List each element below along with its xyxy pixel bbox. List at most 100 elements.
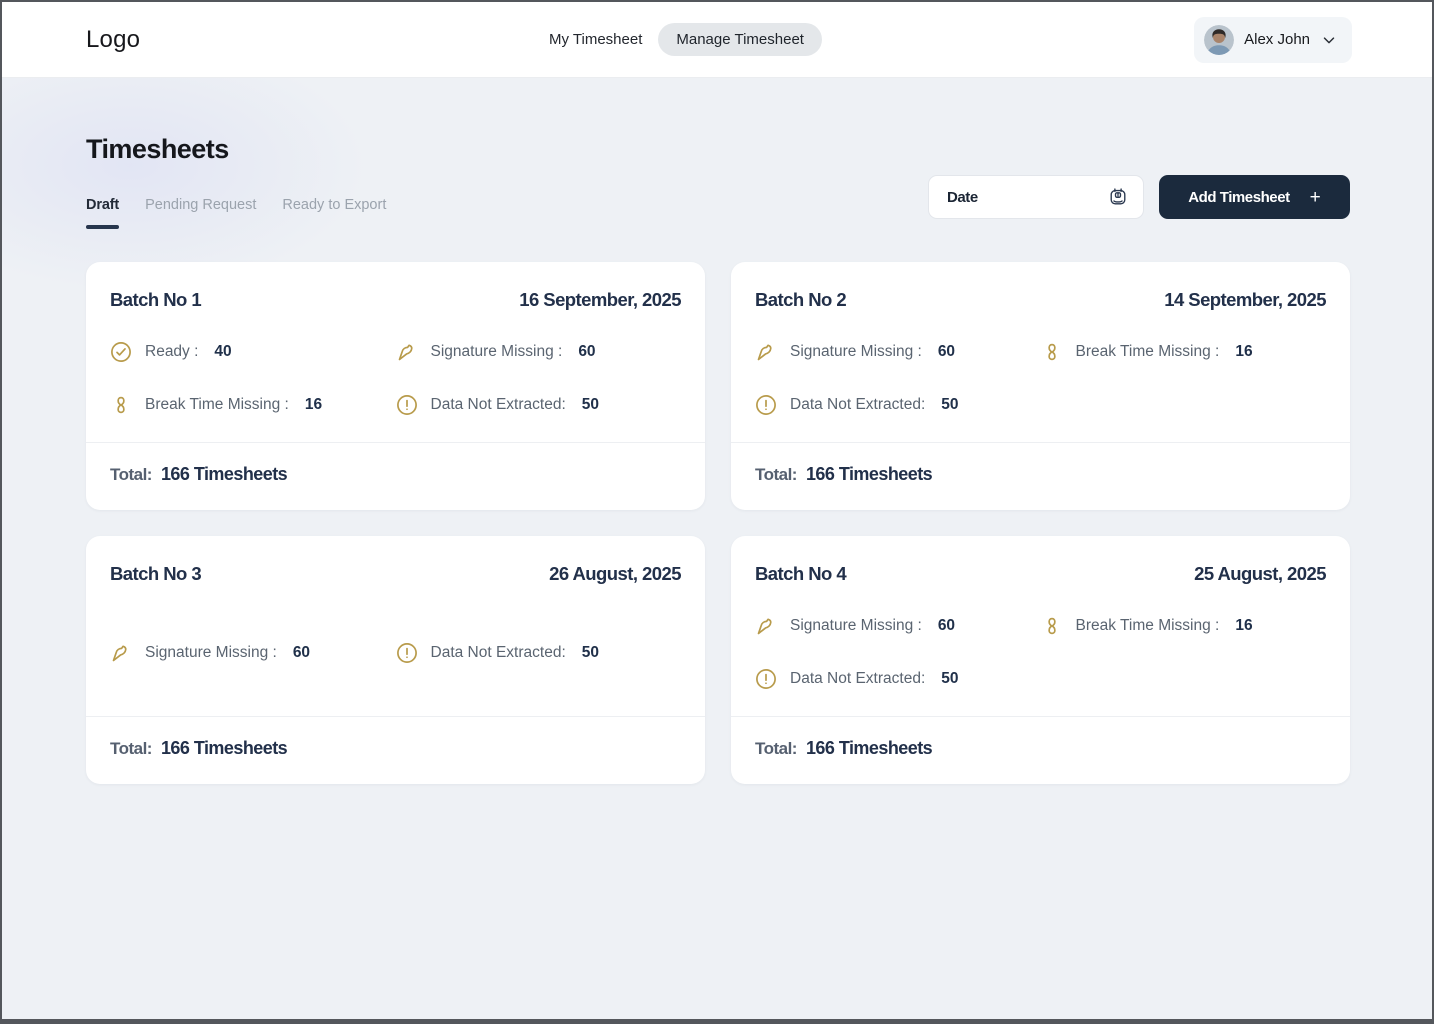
total-value: 166 Timesheets (161, 738, 287, 759)
check-circle-icon (110, 341, 132, 363)
batch-stats: Signature Missing : 60 Data Not Extracte… (86, 585, 705, 716)
tab-bar: Draft Pending Request Ready to Export (86, 197, 386, 229)
nav-my-timesheet[interactable]: My Timesheet (549, 31, 642, 48)
batch-stats: Ready : 40 Signature Missing : 60 Break … (86, 311, 705, 442)
stat-value: 60 (293, 644, 310, 662)
batch-title: Batch No 3 (110, 563, 201, 585)
stat-value: 60 (578, 343, 595, 361)
batch-card-grid: Batch No 1 16 September, 2025 Ready : 40… (86, 262, 1350, 784)
batch-stats: Signature Missing : 60 Break Time Missin… (731, 585, 1350, 716)
stat-value: 16 (305, 396, 322, 414)
stat-label: Data Not Extracted: (790, 396, 925, 414)
stat-label: Ready : (145, 343, 198, 361)
user-menu[interactable]: Alex John (1194, 17, 1352, 63)
total-label: Total: (755, 739, 797, 759)
nav-manage-timesheet[interactable]: Manage Timesheet (658, 23, 822, 56)
plus-icon: + (1310, 188, 1321, 207)
stat-signature-missing: Signature Missing : 60 (755, 615, 1041, 637)
stat-data-not-extracted: Data Not Extracted: 50 (396, 394, 682, 416)
stat-label: Signature Missing : (431, 343, 563, 361)
add-timesheet-label: Add Timesheet (1188, 189, 1289, 206)
tab-pending-request[interactable]: Pending Request (145, 197, 256, 229)
batch-card-4: Batch No 4 25 August, 2025 Signature Mis… (731, 536, 1350, 784)
tab-ready-to-export[interactable]: Ready to Export (282, 197, 386, 229)
page-title: Timesheets (86, 134, 1350, 165)
hourglass-icon (110, 394, 132, 416)
batch-card-3: Batch No 3 26 August, 2025 Signature Mis… (86, 536, 705, 784)
main-content: Timesheets Draft Pending Request Ready t… (2, 134, 1432, 784)
stat-label: Break Time Missing : (1076, 343, 1220, 361)
batch-stats: Signature Missing : 60 Break Time Missin… (731, 311, 1350, 442)
alert-circle-icon (755, 668, 777, 690)
stat-label: Break Time Missing : (145, 396, 289, 414)
total-value: 166 Timesheets (806, 738, 932, 759)
batch-title: Batch No 1 (110, 289, 201, 311)
signature-icon (396, 341, 418, 363)
stat-value: 50 (582, 396, 599, 414)
toolbar: Draft Pending Request Ready to Export Da… (86, 175, 1350, 229)
stat-ready: Ready : 40 (110, 341, 396, 363)
total-label: Total: (110, 739, 152, 759)
stat-signature-missing: Signature Missing : 60 (755, 341, 1041, 363)
stat-label: Signature Missing : (790, 343, 922, 361)
batch-date: 14 September, 2025 (1164, 289, 1326, 311)
stat-value: 16 (1235, 343, 1252, 361)
batch-title: Batch No 4 (755, 563, 846, 585)
user-avatar (1204, 25, 1234, 55)
total-label: Total: (110, 465, 152, 485)
chevron-down-icon (1320, 31, 1338, 49)
batch-card-2: Batch No 2 14 September, 2025 Signature … (731, 262, 1350, 510)
stat-value: 50 (941, 396, 958, 414)
batch-card-footer: Total: 166 Timesheets (731, 716, 1350, 784)
batch-card-footer: Total: 166 Timesheets (86, 716, 705, 784)
signature-icon (755, 615, 777, 637)
stat-label: Break Time Missing : (1076, 617, 1220, 635)
hourglass-icon (1041, 341, 1063, 363)
stat-value: 60 (938, 343, 955, 361)
logo: Logo (86, 26, 140, 54)
total-label: Total: (755, 465, 797, 485)
batch-date: 25 August, 2025 (1194, 563, 1326, 585)
tab-draft[interactable]: Draft (86, 197, 119, 229)
batch-card-header: Batch No 3 26 August, 2025 (86, 536, 705, 585)
date-filter-label: Date (947, 189, 978, 206)
alert-circle-icon (396, 394, 418, 416)
alert-circle-icon (396, 642, 418, 664)
stat-value: 16 (1235, 617, 1252, 635)
stat-signature-missing: Signature Missing : 60 (396, 341, 682, 363)
stat-break-time-missing: Break Time Missing : 16 (110, 394, 396, 416)
stat-value: 60 (938, 617, 955, 635)
stat-data-not-extracted: Data Not Extracted: 50 (755, 668, 1041, 690)
stat-break-time-missing: Break Time Missing : 16 (1041, 615, 1327, 637)
add-timesheet-button[interactable]: Add Timesheet + (1159, 175, 1350, 219)
alert-circle-icon (755, 394, 777, 416)
user-name: Alex John (1244, 31, 1310, 48)
total-value: 166 Timesheets (161, 464, 287, 485)
stat-label: Data Not Extracted: (431, 396, 566, 414)
batch-card-header: Batch No 1 16 September, 2025 (86, 262, 705, 311)
stat-break-time-missing: Break Time Missing : 16 (1041, 341, 1327, 363)
batch-card-header: Batch No 4 25 August, 2025 (731, 536, 1350, 585)
stat-data-not-extracted: Data Not Extracted: 50 (396, 642, 682, 664)
stat-value: 50 (582, 644, 599, 662)
stat-value: 40 (214, 343, 231, 361)
main-nav: My Timesheet Manage Timesheet (549, 2, 822, 77)
top-nav-bar: Logo My Timesheet Manage Timesheet Alex … (2, 2, 1432, 78)
batch-title: Batch No 2 (755, 289, 846, 311)
toolbar-controls: Date 8 Add Timesheet + (928, 175, 1350, 219)
stat-signature-missing: Signature Missing : 60 (110, 642, 396, 664)
stat-label: Signature Missing : (145, 644, 277, 662)
stat-label: Data Not Extracted: (790, 670, 925, 688)
stat-label: Data Not Extracted: (431, 644, 566, 662)
batch-card-footer: Total: 166 Timesheets (731, 442, 1350, 510)
batch-card-header: Batch No 2 14 September, 2025 (731, 262, 1350, 311)
batch-card-footer: Total: 166 Timesheets (86, 442, 705, 510)
batch-date: 26 August, 2025 (549, 563, 681, 585)
total-value: 166 Timesheets (806, 464, 932, 485)
stat-label: Signature Missing : (790, 617, 922, 635)
date-filter-input[interactable]: Date 8 (928, 175, 1144, 219)
signature-icon (755, 341, 777, 363)
signature-icon (110, 642, 132, 664)
calendar-icon: 8 (1107, 186, 1129, 208)
batch-date: 16 September, 2025 (519, 289, 681, 311)
